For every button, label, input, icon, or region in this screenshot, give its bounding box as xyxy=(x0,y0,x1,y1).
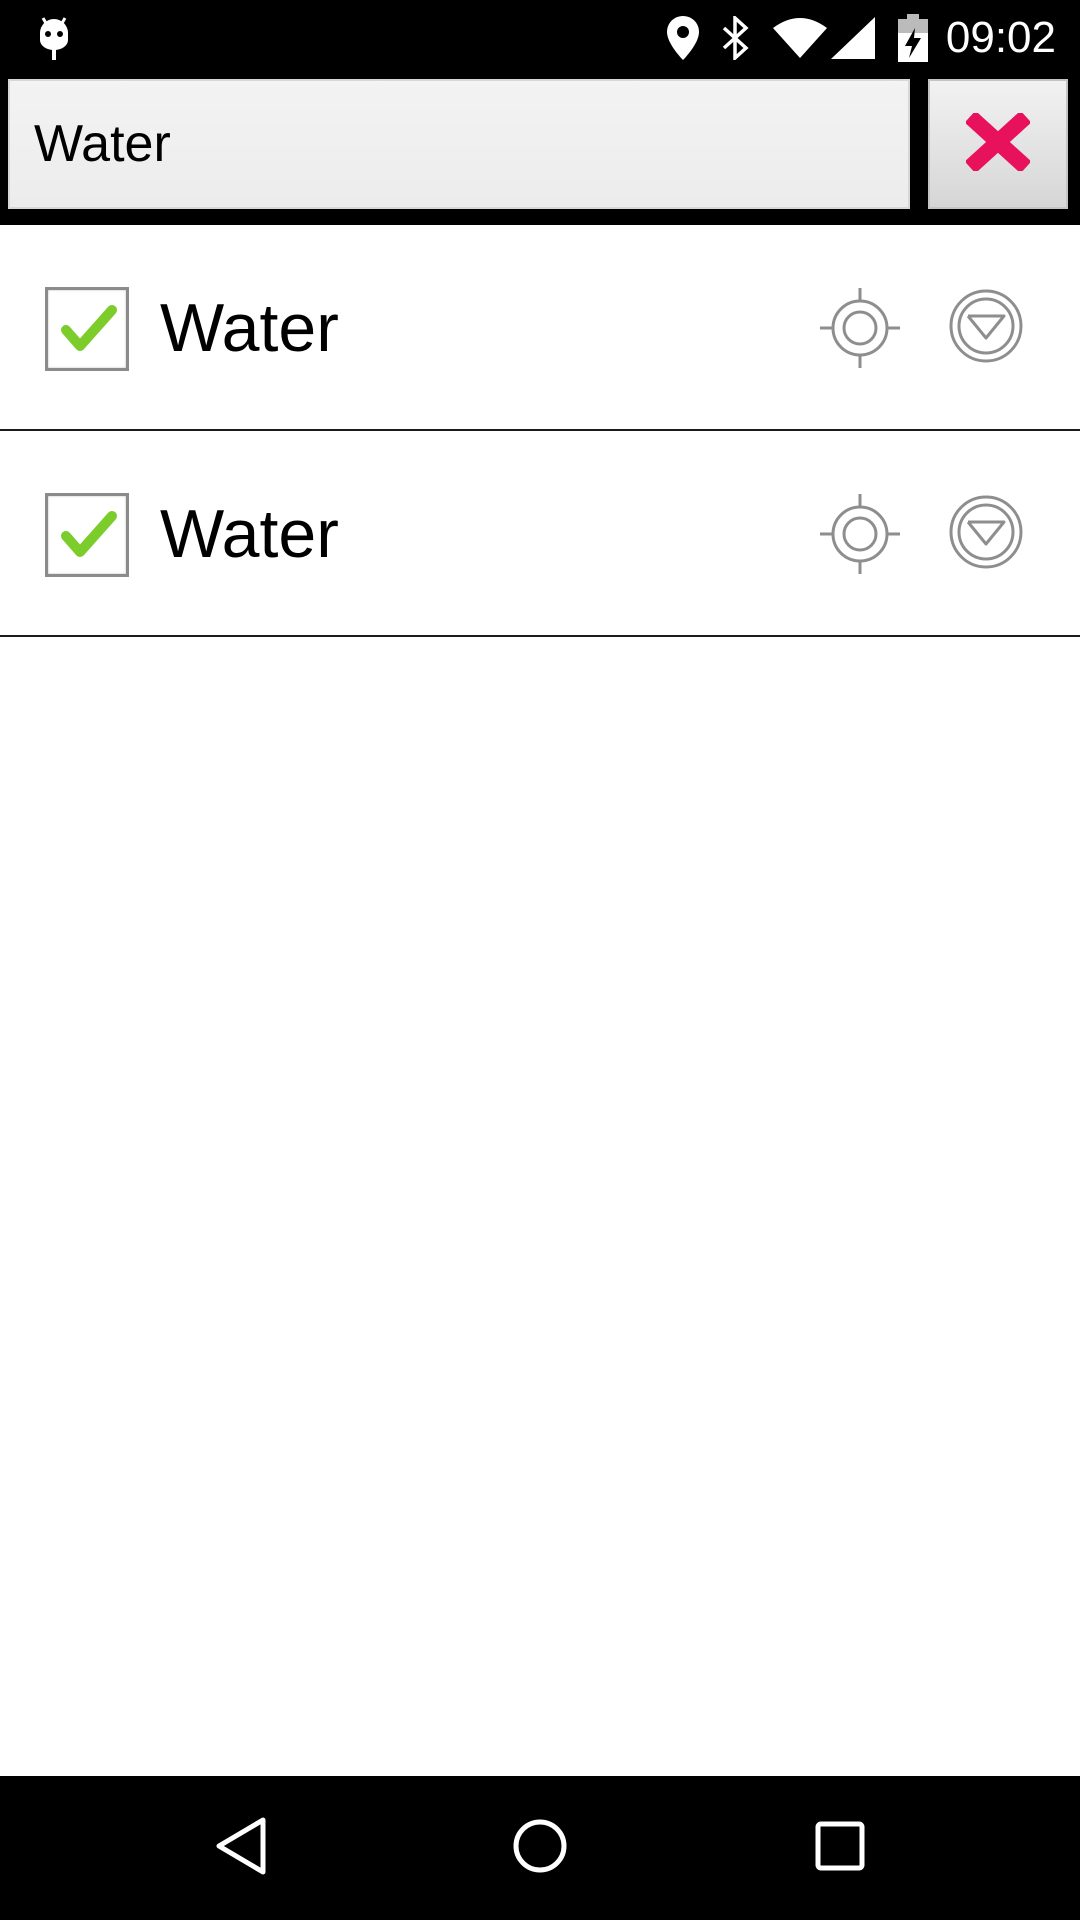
expand-button[interactable] xyxy=(948,494,1024,570)
location-pin-icon xyxy=(665,0,701,75)
home-button[interactable] xyxy=(468,1776,612,1920)
status-time: 09:02 xyxy=(945,13,1056,62)
item-list: Water Water xyxy=(0,225,1080,1776)
battery-charging-icon xyxy=(896,0,930,75)
search-input[interactable] xyxy=(8,79,910,209)
locate-button[interactable] xyxy=(820,288,900,368)
status-bar: 09:02 xyxy=(0,0,1080,75)
android-debug-icon xyxy=(34,0,74,75)
list-item: Water xyxy=(0,225,1080,431)
item-checkbox[interactable] xyxy=(45,287,129,371)
navigation-bar xyxy=(0,1776,1080,1920)
dropdown-circle-icon xyxy=(948,495,1024,574)
expand-button[interactable] xyxy=(948,288,1024,364)
clear-search-button[interactable] xyxy=(928,79,1068,209)
item-label: Water xyxy=(160,290,339,366)
crosshair-icon xyxy=(820,494,900,578)
dropdown-circle-icon xyxy=(948,289,1024,368)
locate-button[interactable] xyxy=(820,494,900,574)
recents-button[interactable] xyxy=(768,1776,912,1920)
home-icon xyxy=(512,1818,568,1879)
cell-signal-icon xyxy=(830,0,876,75)
item-label: Water xyxy=(160,496,339,572)
close-x-icon xyxy=(964,110,1032,176)
back-icon xyxy=(213,1816,269,1881)
list-item: Water xyxy=(0,431,1080,637)
recents-icon xyxy=(815,1821,865,1876)
search-header xyxy=(0,75,1080,225)
back-button[interactable] xyxy=(169,1776,313,1920)
bluetooth-icon xyxy=(718,0,754,75)
crosshair-icon xyxy=(820,288,900,372)
item-checkbox[interactable] xyxy=(45,493,129,577)
wifi-icon xyxy=(772,0,828,75)
